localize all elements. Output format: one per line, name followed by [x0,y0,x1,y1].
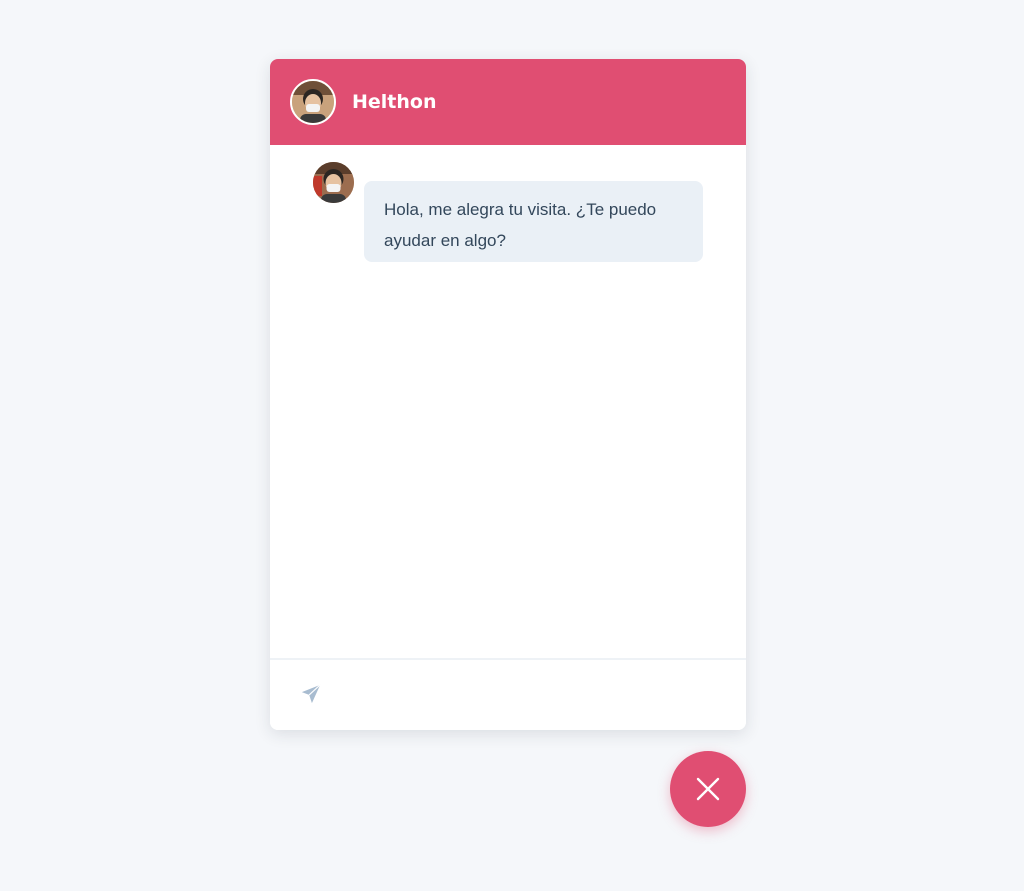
header-avatar [290,79,336,125]
paper-plane-icon[interactable] [300,683,322,705]
avatar-photo-icon [292,81,334,123]
message-composer [270,658,746,730]
message-list: Hola, me alegra tu visita. ¿Te puedo ayu… [270,145,746,658]
message-avatar [313,162,354,203]
avatar-photo-icon [313,162,354,203]
chat-title: Helthon [352,91,437,113]
chat-window: Helthon Hola, me alegra tu visita. ¿Te p… [270,59,746,730]
message-input[interactable] [340,674,730,716]
close-chat-button[interactable] [670,751,746,827]
message-bubble: Hola, me alegra tu visita. ¿Te puedo ayu… [364,181,703,262]
chat-header: Helthon [270,59,746,145]
close-icon [696,777,720,801]
